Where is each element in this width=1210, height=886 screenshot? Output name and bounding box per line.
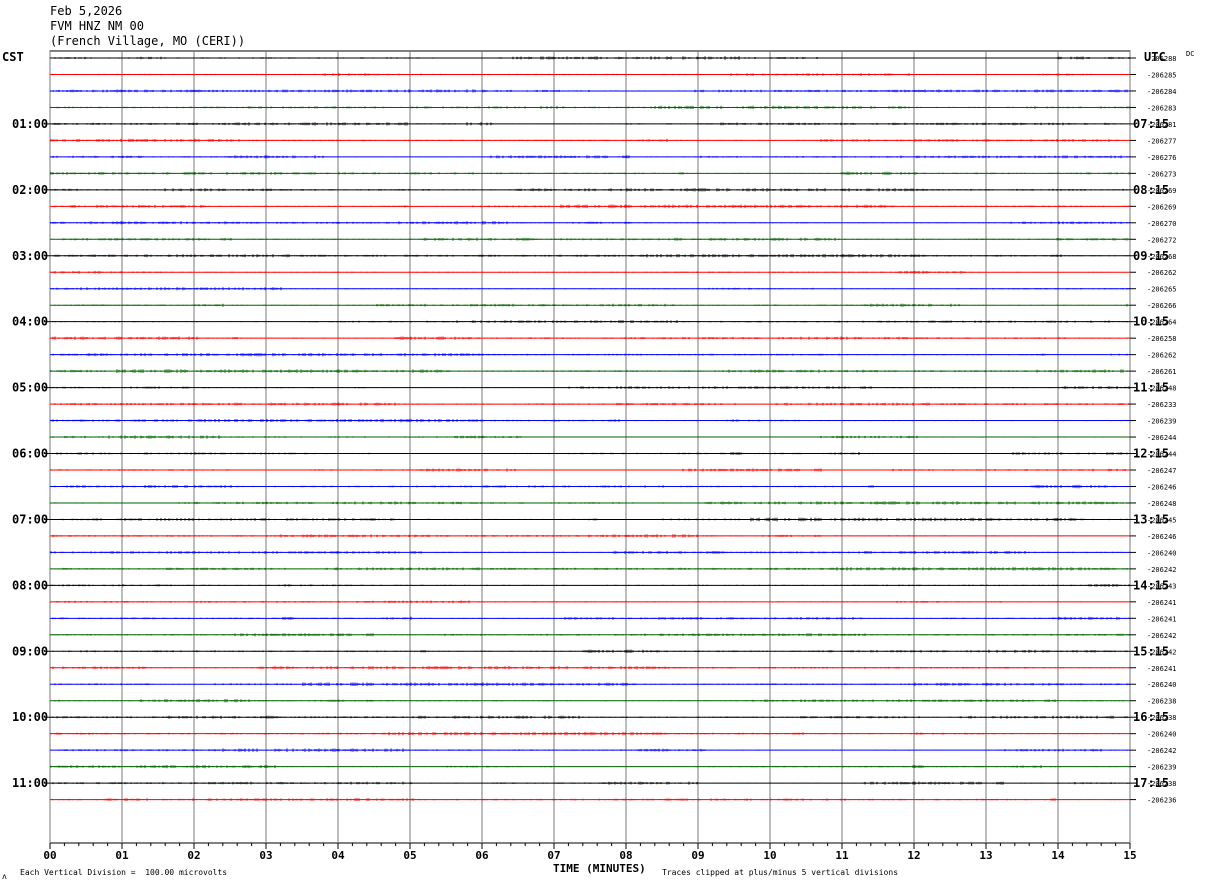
utc-time-label: 12:15 <box>1133 447 1169 461</box>
cst-time-label: 09:00 <box>12 644 48 658</box>
cst-time-label: 10:00 <box>12 710 48 724</box>
x-axis-title: TIME (MINUTES) <box>553 862 646 875</box>
dc-offset-label: -206239 <box>1147 418 1177 426</box>
utc-time-label: 08:15 <box>1133 183 1169 197</box>
station-label: FVM HNZ NM 00 <box>50 19 144 33</box>
dc-offset-label: -206246 <box>1147 533 1177 541</box>
cst-time-label: 08:00 <box>12 578 48 592</box>
x-tick-label: 15 <box>1123 849 1136 862</box>
location-label: (French Village, MO (CERI)) <box>50 34 246 48</box>
utc-time-label: 14:15 <box>1133 578 1169 592</box>
x-tick-label: 09 <box>691 849 704 862</box>
x-tick-label: 02 <box>187 849 200 862</box>
dc-offset-label: -206240 <box>1147 549 1177 557</box>
dc-offset-label: -206261 <box>1147 368 1177 376</box>
dc-offset-label: -206241 <box>1147 599 1177 607</box>
corner-mark: ʌ <box>2 872 7 881</box>
x-tick-label: 10 <box>763 849 776 862</box>
utc-label: UTC <box>1144 50 1166 64</box>
x-tick-label: 00 <box>43 849 56 862</box>
dc-label: DC <box>1186 50 1195 58</box>
dc-offset-label: -206236 <box>1147 797 1177 805</box>
dc-offset-label: -206242 <box>1147 566 1177 574</box>
utc-time-label: 17:15 <box>1133 776 1169 790</box>
dc-offset-label: -206266 <box>1147 302 1177 310</box>
dc-offset-label: -206240 <box>1147 681 1177 689</box>
dc-offset-label: -206258 <box>1147 335 1177 343</box>
plot-frame <box>49 50 1131 844</box>
dc-offset-label: -206262 <box>1147 269 1177 277</box>
dc-offset-label: -206272 <box>1147 236 1177 244</box>
utc-time-label: 16:15 <box>1133 710 1169 724</box>
x-tick-label: 07 <box>547 849 560 862</box>
dc-offset-label: -206270 <box>1147 220 1177 228</box>
dc-offset-label: -206269 <box>1147 203 1177 211</box>
dc-offset-label: -206262 <box>1147 352 1177 360</box>
cst-label: CST <box>2 50 24 64</box>
dc-offset-label: -206239 <box>1147 764 1177 772</box>
utc-time-label: 11:15 <box>1133 381 1169 395</box>
dc-offset-label: -206284 <box>1147 88 1177 96</box>
dc-offset-label: -206233 <box>1147 401 1177 409</box>
utc-time-label: 15:15 <box>1133 644 1169 658</box>
cst-time-label: 01:00 <box>12 117 48 131</box>
dc-offset-label: -206246 <box>1147 483 1177 491</box>
x-tick-label: 13 <box>979 849 992 862</box>
dc-offset-label: -206248 <box>1147 500 1177 508</box>
dc-offset-label: -206283 <box>1147 104 1177 112</box>
cst-time-label: 06:00 <box>12 447 48 461</box>
x-tick-label: 04 <box>331 849 345 862</box>
dc-offset-label: -206276 <box>1147 154 1177 162</box>
x-tick-label: 05 <box>403 849 416 862</box>
cst-time-label: 02:00 <box>12 183 48 197</box>
dc-offset-label: -206242 <box>1147 747 1177 755</box>
x-tick-label: 14 <box>1051 849 1065 862</box>
x-tick-label: 06 <box>475 849 489 862</box>
cst-time-label: 07:00 <box>12 512 48 526</box>
x-tick-label: 01 <box>115 849 129 862</box>
dc-offset-label: -206247 <box>1147 467 1177 475</box>
utc-time-label: 10:15 <box>1133 315 1169 329</box>
dc-offset-label: -206244 <box>1147 434 1177 442</box>
dc-offset-label: -206240 <box>1147 731 1177 739</box>
x-tick-label: 03 <box>259 849 272 862</box>
dc-offset-label: -206238 <box>1147 698 1177 706</box>
x-tick-label: 11 <box>835 849 849 862</box>
cst-time-label: 11:00 <box>12 776 48 790</box>
clip-note: Traces clipped at plus/minus 5 vertical … <box>662 868 899 877</box>
cst-time-label: 04:00 <box>12 315 48 329</box>
dc-offset-label: -206273 <box>1147 170 1177 178</box>
cst-time-label: 03:00 <box>12 249 48 263</box>
scale-note: Each Vertical Division = 100.00 microvol… <box>20 868 228 877</box>
date-label: Feb 5,2026 <box>50 4 123 18</box>
utc-time-label: 13:15 <box>1133 512 1169 526</box>
cst-time-label: 05:00 <box>12 381 48 395</box>
utc-time-label: 09:15 <box>1133 249 1169 263</box>
dc-offset-label: -206241 <box>1147 615 1177 623</box>
dc-offset-label: -206242 <box>1147 632 1177 640</box>
dc-offset-label: -206285 <box>1147 71 1177 79</box>
dc-offset-label: -206265 <box>1147 286 1177 294</box>
dc-offset-label: -206277 <box>1147 137 1177 145</box>
helicorder-plot: 00 01 02 03 04 05 06 07 08 09 10 11 12 13 14 15-206288-… <box>12 50 1177 862</box>
utc-time-label: 07:15 <box>1133 117 1169 131</box>
x-tick-label: 12 <box>907 849 920 862</box>
x-tick-label: 08 <box>619 849 632 862</box>
dc-offset-label: -206241 <box>1147 665 1177 673</box>
